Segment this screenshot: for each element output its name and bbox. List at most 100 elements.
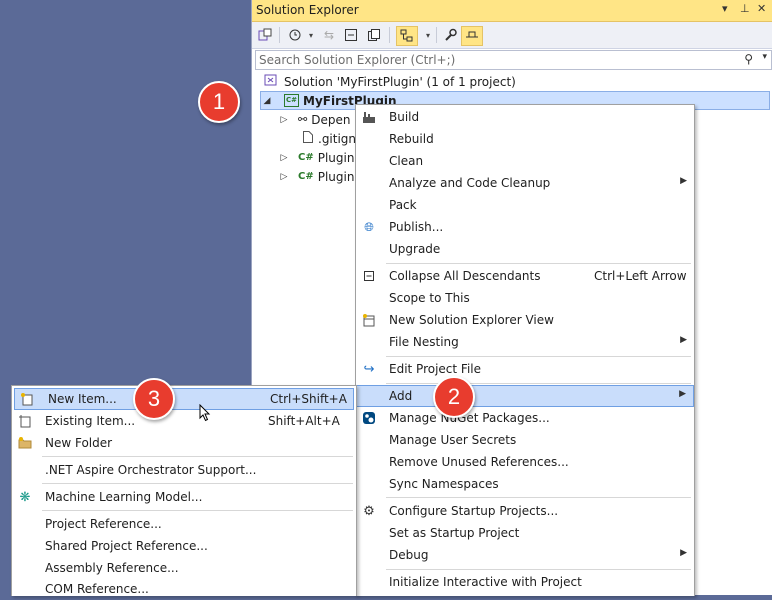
menu-item-pack[interactable]: Pack: [356, 194, 694, 216]
edit-icon: ↪: [363, 361, 375, 377]
folder-icon: [17, 435, 33, 451]
menu-item-label: Manage NuGet Packages...: [389, 411, 550, 425]
menu-item-rebuild[interactable]: Rebuild: [356, 128, 694, 150]
tree-view-icon[interactable]: [396, 26, 418, 46]
tree-item-dependencies[interactable]: ▷ ⚯ Depen: [278, 110, 351, 129]
mouse-cursor-icon: [199, 404, 211, 422]
menu-item-configure-startup[interactable]: ⚙ Configure Startup Projects...: [356, 500, 694, 522]
menu-item-label: New Solution Explorer View: [389, 313, 554, 327]
menu-item-label: Debug: [389, 548, 429, 562]
menu-item-assembly-reference[interactable]: Assembly Reference...: [12, 557, 356, 579]
tree-item-gitignore[interactable]: .gitign: [290, 129, 356, 148]
tree-item-plugin-file-1[interactable]: ▷ C# Plugin: [278, 148, 355, 167]
add-submenu: New Item... Ctrl+Shift+A Existing Item..…: [11, 385, 357, 596]
menu-item-set-startup[interactable]: Set as Startup Project: [356, 522, 694, 544]
menu-item-new-view[interactable]: New Solution Explorer View: [356, 309, 694, 331]
menu-item-shared-project-reference[interactable]: Shared Project Reference...: [12, 535, 356, 557]
menu-item-scope-to-this[interactable]: Scope to This: [356, 287, 694, 309]
menu-item-label: Shared Project Reference...: [45, 539, 208, 553]
expanded-arrow-icon[interactable]: ◢: [261, 96, 273, 106]
sync-icon[interactable]: ⇆: [320, 26, 338, 44]
menu-item-new-item[interactable]: New Item... Ctrl+Shift+A: [14, 388, 354, 410]
menu-item-user-secrets[interactable]: Manage User Secrets: [356, 429, 694, 451]
menu-item-label: Existing Item...: [45, 414, 136, 428]
build-icon: [361, 109, 377, 125]
tree-view-dropdown-icon[interactable]: ▾: [419, 26, 437, 44]
menu-item-label: .NET Aspire Orchestrator Support...: [45, 463, 257, 477]
panel-toolbar: ▾ ⇆ ▾: [252, 22, 772, 49]
menu-item-label: New Item...: [48, 392, 117, 406]
menu-item-nuget[interactable]: Manage NuGet Packages...: [356, 407, 694, 429]
menu-item-label: Collapse All Descendants: [389, 269, 541, 283]
search-icon[interactable]: ⚲: [744, 52, 753, 66]
solution-icon: [264, 73, 278, 90]
collapsed-arrow-icon[interactable]: ▷: [278, 153, 290, 163]
show-all-files-icon[interactable]: [365, 26, 383, 44]
menu-item-label: Build: [389, 110, 420, 124]
properties-wrench-icon[interactable]: [441, 26, 459, 44]
dependencies-icon: ⚯: [298, 113, 308, 126]
preview-selected-icon[interactable]: [461, 26, 483, 46]
step-badge-2: 2: [433, 376, 475, 418]
menu-item-label: Add: [389, 389, 413, 403]
menu-item-shortcut: Shift+Alt+A: [268, 414, 340, 428]
menu-item-ml-model[interactable]: ❋ Machine Learning Model...: [12, 486, 356, 508]
menu-item-existing-item[interactable]: Existing Item... Shift+Alt+A: [12, 410, 356, 432]
menu-item-upgrade[interactable]: Upgrade: [356, 238, 694, 260]
nuget-icon: [361, 410, 377, 426]
menu-item-edit-project-file[interactable]: ↪ Edit Project File: [356, 358, 694, 380]
tree-item-label: .gitign: [318, 131, 357, 146]
menu-item-label: File Nesting: [389, 335, 459, 349]
menu-item-clean[interactable]: Clean: [356, 150, 694, 172]
menu-item-label: Upgrade: [389, 242, 441, 256]
menu-item-label: Configure Startup Projects...: [389, 504, 559, 518]
menu-item-label: Scope to This: [389, 291, 470, 305]
menu-item-label: Manage User Secrets: [389, 433, 517, 447]
menu-item-debug[interactable]: Debug ▶: [356, 544, 694, 566]
search-input[interactable]: Search Solution Explorer (Ctrl+;) ⚲ ▾: [255, 50, 772, 70]
menu-item-sync-namespaces[interactable]: Sync Namespaces: [356, 473, 694, 495]
menu-item-aspire[interactable]: .NET Aspire Orchestrator Support...: [12, 459, 356, 481]
dropdown-icon[interactable]: ▾: [722, 2, 728, 15]
pin-icon[interactable]: ⊥: [740, 2, 750, 15]
menu-item-add[interactable]: Add ▶: [356, 385, 694, 407]
switch-views-icon[interactable]: [256, 26, 274, 44]
menu-item-label: Pack: [389, 198, 417, 212]
collapsed-arrow-icon[interactable]: ▷: [278, 172, 290, 182]
globe-icon: 🌐︎: [364, 219, 374, 234]
menu-item-label: Assembly Reference...: [45, 561, 179, 575]
csharp-project-icon: C#: [284, 94, 299, 107]
tree-item-solution[interactable]: Solution 'MyFirstPlugin' (1 of 1 project…: [264, 72, 516, 91]
panel-title: Solution Explorer: [256, 3, 359, 17]
menu-item-build[interactable]: Build: [356, 106, 694, 128]
tree-item-label: Plugin: [317, 150, 355, 165]
new-item-icon: [19, 391, 35, 407]
submenu-arrow-icon: ▶: [680, 176, 687, 186]
menu-item-project-reference[interactable]: Project Reference...: [12, 513, 356, 535]
new-view-icon: [361, 312, 377, 328]
close-icon[interactable]: ✕: [757, 2, 766, 15]
file-icon: [302, 130, 314, 147]
tree-item-plugin-file-2[interactable]: ▷ C# Plugin: [278, 167, 355, 186]
menu-item-file-nesting[interactable]: File Nesting ▶: [356, 331, 694, 353]
menu-item-label: Initialize Interactive with Project: [389, 575, 582, 589]
history-dropdown-icon[interactable]: ▾: [302, 26, 320, 44]
ml-model-icon: ❋: [19, 489, 31, 505]
menu-item-publish[interactable]: 🌐︎ Publish...: [356, 216, 694, 238]
menu-item-initialize-interactive[interactable]: Initialize Interactive with Project: [356, 571, 694, 593]
menu-item-label: Clean: [389, 154, 424, 168]
search-options-dropdown-icon[interactable]: ▾: [762, 52, 767, 62]
csharp-file-icon: C#: [298, 171, 314, 182]
solution-label: Solution 'MyFirstPlugin' (1 of 1 project…: [284, 74, 516, 89]
tree-item-label: Plugin: [317, 169, 355, 184]
menu-item-shortcut: Ctrl+Shift+A: [270, 392, 347, 406]
menu-item-com-reference[interactable]: COM Reference...: [12, 578, 356, 600]
tree-item-label: Depen: [311, 112, 351, 127]
menu-item-label: Analyze and Code Cleanup: [389, 176, 551, 190]
collapsed-arrow-icon[interactable]: ▷: [278, 115, 290, 125]
menu-item-analyze[interactable]: Analyze and Code Cleanup ▶: [356, 172, 694, 194]
menu-item-remove-unused-refs[interactable]: Remove Unused References...: [356, 451, 694, 473]
collapse-all-icon[interactable]: [342, 26, 360, 44]
menu-item-collapse-all[interactable]: Collapse All Descendants Ctrl+Left Arrow: [356, 265, 694, 287]
menu-item-new-folder[interactable]: New Folder: [12, 432, 356, 454]
